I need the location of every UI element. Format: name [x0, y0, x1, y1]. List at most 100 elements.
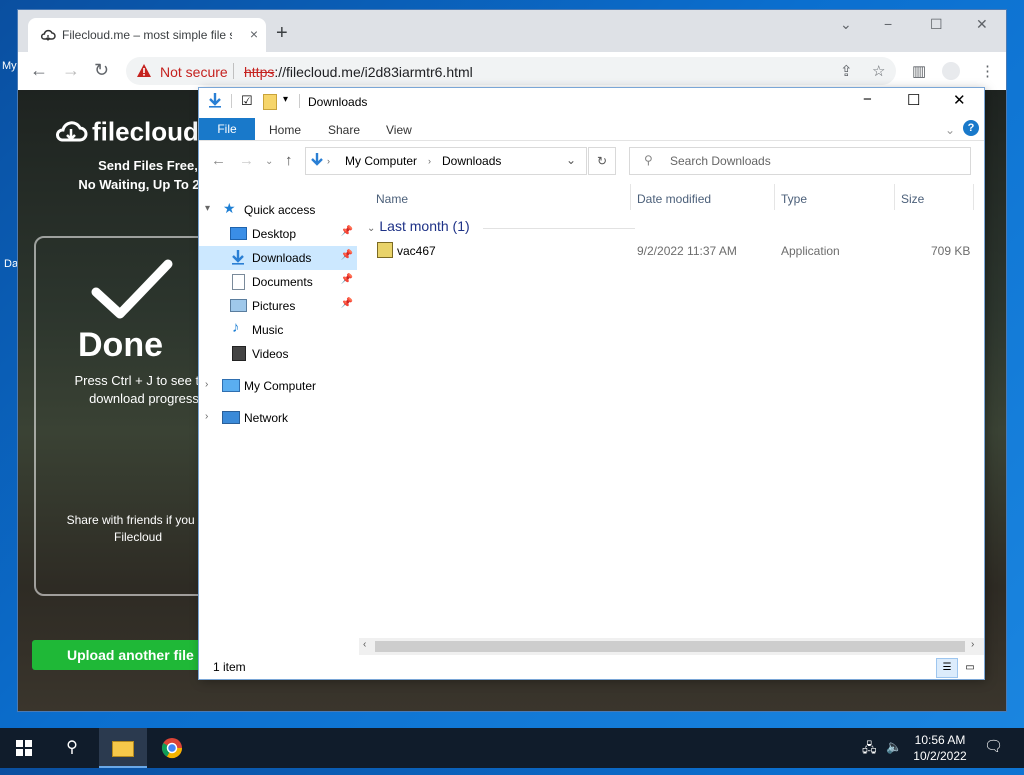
side-panel-icon[interactable]: ▥	[912, 62, 926, 80]
item-count: 1 item	[213, 660, 246, 674]
column-separator[interactable]	[973, 184, 974, 210]
tab-search-icon[interactable]: ⌄	[840, 16, 852, 33]
properties-icon[interactable]: ☑	[241, 93, 253, 109]
url-scheme: https	[244, 64, 275, 80]
address-box[interactable]: › My Computer › Downloads ⌄	[305, 147, 587, 175]
pin-icon[interactable]: 📌	[341, 226, 353, 237]
column-header-date[interactable]: Date modified	[637, 192, 711, 206]
column-separator[interactable]	[774, 184, 775, 210]
new-tab-button[interactable]: +	[276, 22, 288, 45]
reload-icon[interactable]: ↻	[94, 60, 109, 81]
column-separator[interactable]	[894, 184, 895, 210]
nav-quick-access[interactable]: ▾ ★ Quick access	[199, 198, 357, 222]
back-icon[interactable]: ←	[211, 152, 226, 169]
large-icons-view-icon[interactable]: ▭	[959, 658, 981, 678]
url-text[interactable]: https://filecloud.me/i2d83iarmtr6.html	[244, 64, 473, 80]
nav-label: Music	[252, 323, 284, 337]
bookmark-star-icon[interactable]: ☆	[872, 62, 885, 80]
nav-downloads[interactable]: Downloads 📌	[199, 246, 357, 270]
menu-kebab-icon[interactable]: ⋮	[980, 62, 995, 80]
tab-share[interactable]: Share	[328, 123, 360, 137]
pin-icon[interactable]: 📌	[341, 250, 353, 261]
scroll-right-icon[interactable]: ›	[971, 639, 974, 650]
breadcrumb-downloads[interactable]: Downloads	[442, 154, 501, 168]
column-separator[interactable]	[630, 184, 631, 210]
nav-label: Quick access	[244, 203, 316, 217]
ribbon-tabs: File Home Share View ⌄ ?	[199, 116, 984, 141]
help-icon[interactable]: ?	[963, 120, 979, 136]
scroll-left-icon[interactable]: ‹	[363, 639, 366, 650]
tab-file[interactable]: File	[199, 118, 255, 140]
group-header[interactable]: ⌄ Last month (1)	[367, 218, 470, 234]
pin-icon[interactable]: 📌	[341, 274, 353, 285]
nav-network[interactable]: › Network	[199, 406, 357, 430]
horizontal-scrollbar[interactable]: ‹ ›	[359, 638, 984, 655]
clock-date: 10/2/2022	[913, 749, 967, 763]
chevron-right-icon[interactable]: ›	[205, 379, 208, 390]
nav-music[interactable]: ♪ Music	[199, 318, 357, 342]
search-placeholder: Search Downloads	[670, 154, 771, 168]
maximize-button[interactable]: ☐	[930, 16, 943, 33]
column-header-size[interactable]: Size	[901, 192, 924, 206]
desktop-icon-label: My	[2, 60, 17, 72]
notifications-icon[interactable]: 🗨	[984, 737, 1003, 755]
tab-view[interactable]: View	[386, 123, 412, 137]
new-folder-icon[interactable]	[263, 94, 277, 110]
search-input[interactable]: ⚲ Search Downloads	[629, 147, 971, 175]
details-view-icon[interactable]: ☰	[936, 658, 958, 678]
minimize-button[interactable]: −	[863, 91, 872, 108]
network-tray-icon[interactable]: 🖧	[862, 739, 877, 761]
navigation-pane: ▾ ★ Quick access Desktop 📌 Downloads 📌 D…	[199, 184, 357, 654]
chevron-down-icon[interactable]: ⌄	[367, 223, 375, 234]
chevron-down-icon[interactable]: ⌄	[566, 153, 576, 167]
column-header-type[interactable]: Type	[781, 192, 807, 206]
table-row[interactable]: vac467 9/2/2022 11:37 AM Application 709…	[369, 240, 974, 262]
chevron-right-icon[interactable]: ›	[327, 156, 330, 166]
nav-label: Videos	[252, 347, 289, 361]
share-icon[interactable]: ⇪	[840, 62, 853, 80]
chevron-right-icon[interactable]: ›	[428, 156, 431, 166]
music-note-icon: ♪	[232, 319, 240, 336]
volume-icon[interactable]: 🔈	[886, 739, 902, 755]
close-button[interactable]: ✕	[953, 91, 966, 109]
forward-icon[interactable]: →	[62, 60, 80, 81]
address-bar[interactable]: Not secure https://filecloud.me/i2d83iar…	[126, 57, 896, 85]
chrome-taskbar-icon[interactable]	[148, 728, 196, 768]
chevron-down-icon[interactable]: ▾	[205, 203, 210, 214]
close-button[interactable]: ✕	[976, 16, 988, 33]
nav-desktop[interactable]: Desktop 📌	[199, 222, 357, 246]
breadcrumb-my-computer[interactable]: My Computer	[345, 154, 417, 168]
upload-another-file-button[interactable]: Upload another file	[32, 640, 216, 670]
chevron-right-icon[interactable]: ›	[205, 411, 208, 422]
nav-documents[interactable]: Documents 📌	[199, 270, 357, 294]
address-row: ← → ⌄ ↑ › My Computer › Downloads ⌄ ↻ ⚲ …	[199, 144, 984, 178]
nav-videos[interactable]: Videos	[199, 342, 357, 366]
maximize-button[interactable]: ☐	[907, 91, 920, 109]
profile-avatar[interactable]	[942, 62, 960, 80]
back-icon[interactable]: ←	[30, 60, 48, 81]
tab-close-icon[interactable]: ×	[250, 26, 258, 42]
warning-icon[interactable]	[136, 63, 152, 82]
forward-icon[interactable]: →	[239, 152, 254, 169]
refresh-button[interactable]: ↻	[588, 147, 616, 175]
tab-home[interactable]: Home	[269, 123, 301, 137]
column-header-name[interactable]: Name	[376, 192, 408, 206]
ribbon-expand-icon[interactable]: ⌄	[945, 123, 955, 137]
filecloud-logo[interactable]: filecloud	[54, 116, 199, 151]
qat-dropdown-icon[interactable]: ▾	[283, 94, 288, 105]
divider	[299, 94, 300, 108]
browser-tab[interactable]: Filecloud.me – most simple file s ×	[28, 18, 266, 52]
nav-pictures[interactable]: Pictures 📌	[199, 294, 357, 318]
clock[interactable]: 10:56 AM 10/2/2022	[905, 732, 975, 764]
pin-icon[interactable]: 📌	[341, 298, 353, 309]
start-button[interactable]	[0, 728, 48, 768]
divider	[231, 94, 232, 108]
file-explorer-taskbar-icon[interactable]	[99, 728, 147, 768]
nav-my-computer[interactable]: › My Computer	[199, 374, 357, 398]
scrollbar-thumb[interactable]	[375, 641, 965, 652]
search-icon[interactable]: ⚲	[48, 728, 96, 768]
not-secure-label[interactable]: Not secure	[160, 64, 228, 80]
minimize-button[interactable]: −	[884, 16, 892, 32]
recent-dropdown-icon[interactable]: ⌄	[265, 156, 273, 167]
up-icon[interactable]: ↑	[285, 152, 293, 169]
